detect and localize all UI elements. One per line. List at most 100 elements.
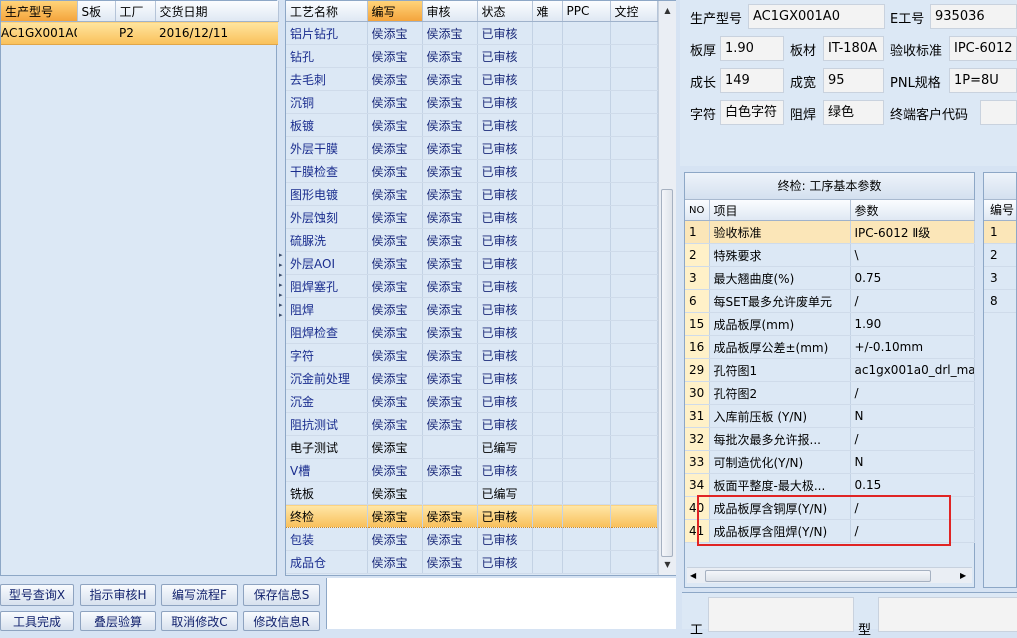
param-row[interactable]: 2 特殊要求 \: [685, 243, 975, 267]
param-row[interactable]: 15 成品板厚(mm) 1.90: [685, 312, 975, 336]
col-header-process-name[interactable]: 工艺名称: [286, 1, 368, 22]
process-row[interactable]: 硫脲洗 侯添宝 侯添宝 已审核: [286, 228, 658, 252]
material-field[interactable]: IT-180A: [823, 36, 884, 61]
cancel-modify-button[interactable]: 取消修改C: [161, 611, 238, 631]
process-row[interactable]: 板镀 侯添宝 侯添宝 已审核: [286, 113, 658, 137]
standard-field[interactable]: IPC-6012: [949, 36, 1017, 61]
thickness-field[interactable]: 1.90: [720, 36, 784, 61]
side-row[interactable]: 2: [984, 244, 1016, 267]
process-row[interactable]: 干膜检查 侯添宝 侯添宝 已审核: [286, 159, 658, 183]
process-row[interactable]: 阻焊检查 侯添宝 侯添宝 已审核: [286, 320, 658, 344]
process-row[interactable]: 铣板 侯添宝 已编写: [286, 481, 658, 505]
params-hscrollbar[interactable]: ◀ ▶: [687, 567, 972, 583]
process-row[interactable]: 阻抗测试 侯添宝 侯添宝 已审核: [286, 412, 658, 436]
process-row[interactable]: 包装 侯添宝 侯添宝 已审核: [286, 527, 658, 551]
model-query-button[interactable]: 型号查询X: [0, 584, 74, 606]
process-row[interactable]: 外层AOI 侯添宝 侯添宝 已审核: [286, 251, 658, 275]
process-row[interactable]: 沉金 侯添宝 侯添宝 已审核: [286, 389, 658, 413]
stack-calc-button[interactable]: 叠层验算: [80, 611, 156, 631]
doc-control-cell: [610, 527, 658, 551]
param-row[interactable]: 32 每批次最多允许报... /: [685, 427, 975, 451]
char-field[interactable]: 白色字符: [720, 100, 784, 125]
process-row[interactable]: 图形电镀 侯添宝 侯添宝 已审核: [286, 182, 658, 206]
side-row[interactable]: 1: [984, 221, 1016, 244]
param-no-cell: 30: [685, 381, 710, 405]
mask-field[interactable]: 绿色: [823, 100, 884, 125]
ppc-cell: [562, 228, 611, 252]
process-row[interactable]: 沉金前处理 侯添宝 侯添宝 已审核: [286, 366, 658, 390]
col-header-sboard[interactable]: S板: [77, 1, 116, 22]
process-row[interactable]: V槽 侯添宝 侯添宝 已审核: [286, 458, 658, 482]
col-header-doc-control[interactable]: 文控: [610, 1, 658, 22]
process-row[interactable]: 钻孔 侯添宝 侯添宝 已审核: [286, 44, 658, 68]
process-row[interactable]: 成品仓 侯添宝 侯添宝 已审核: [286, 550, 658, 574]
modify-info-button[interactable]: 修改信息R: [243, 611, 320, 631]
footer-field-a[interactable]: [708, 597, 854, 632]
param-row[interactable]: 6 每SET最多允许废单元 /: [685, 289, 975, 313]
param-row[interactable]: 3 最大翘曲度(%) 0.75: [685, 266, 975, 290]
process-row[interactable]: 阻焊 侯添宝 侯添宝 已审核: [286, 297, 658, 321]
reviewer-cell: 侯添宝: [422, 21, 478, 45]
order-row[interactable]: AC1GX001A0 P2 2016/12/11: [1, 21, 278, 45]
pnl-field[interactable]: 1P=8U: [949, 68, 1017, 93]
process-row[interactable]: 外层干膜 侯添宝 侯添宝 已审核: [286, 136, 658, 160]
reviewer-cell: 侯添宝: [422, 44, 478, 68]
writer-cell: 侯添宝: [367, 251, 423, 275]
process-row[interactable]: 铝片钻孔 侯添宝 侯添宝 已审核: [286, 21, 658, 45]
scroll-down-icon[interactable]: ▼: [660, 557, 675, 573]
col-header-no[interactable]: NO: [685, 200, 710, 221]
process-row[interactable]: 沉铜 侯添宝 侯添宝 已审核: [286, 90, 658, 114]
param-row[interactable]: 34 板面平整度-最大极... 0.15: [685, 473, 975, 497]
width-field[interactable]: 95: [823, 68, 884, 93]
side-row[interactable]: 3: [984, 267, 1016, 290]
col-header-status[interactable]: 状态: [477, 1, 533, 22]
col-header-item[interactable]: 项目: [709, 200, 851, 221]
process-name-cell: 阻焊: [286, 297, 368, 321]
process-row[interactable]: 去毛刺 侯添宝 侯添宝 已审核: [286, 67, 658, 91]
side-col-header[interactable]: 编号: [984, 200, 1016, 221]
splitter-grip[interactable]: ▸ ▸ ▸ ▸ ▸ ▸ ▸: [279, 250, 284, 325]
process-row[interactable]: 电子测试 侯添宝 已编写: [286, 435, 658, 459]
col-header-ppc[interactable]: PPC: [562, 1, 611, 22]
save-info-button[interactable]: 保存信息S: [243, 584, 320, 606]
col-header-factory[interactable]: 工厂: [115, 1, 156, 22]
writer-cell: 侯添宝: [367, 21, 423, 45]
tool-finish-button[interactable]: 工具完成: [0, 611, 74, 631]
param-item-cell: 特殊要求: [709, 243, 851, 267]
reviewer-cell: 侯添宝: [422, 136, 478, 160]
side-row[interactable]: 8: [984, 290, 1016, 313]
col-header-difficulty[interactable]: 难: [532, 1, 563, 22]
param-row[interactable]: 31 入库前压板 (Y/N) N: [685, 404, 975, 428]
process-row[interactable]: 终检 侯添宝 侯添宝 已审核: [286, 504, 658, 528]
indicate-review-button[interactable]: 指示审核H: [80, 584, 156, 606]
process-row[interactable]: 字符 侯添宝 侯添宝 已审核: [286, 343, 658, 367]
footer-field-b[interactable]: [878, 597, 1017, 632]
param-row[interactable]: 1 验收标准 IPC-6012 Ⅱ级: [685, 220, 975, 244]
customer-field[interactable]: [980, 100, 1017, 125]
process-scrollbar[interactable]: ▲ ▼: [658, 1, 676, 575]
writer-cell: 侯添宝: [367, 458, 423, 482]
param-row[interactable]: 16 成品板厚公差±(mm) +/-0.10mm: [685, 335, 975, 359]
ppc-cell: [562, 90, 611, 114]
write-flow-button[interactable]: 编写流程F: [161, 584, 238, 606]
process-row[interactable]: 阻焊塞孔 侯添宝 侯添宝 已审核: [286, 274, 658, 298]
col-header-model[interactable]: 生产型号: [1, 1, 78, 22]
scroll-right-icon[interactable]: ▶: [960, 568, 966, 584]
param-row[interactable]: 30 孔符图2/: [685, 381, 975, 405]
param-row[interactable]: 29 孔符图1 ac1gx001a0_drl_ma: [685, 358, 975, 382]
model-field[interactable]: AC1GX001A0: [748, 4, 885, 29]
scroll-thumb[interactable]: [661, 189, 673, 557]
status-cell: 已审核: [477, 297, 533, 321]
scroll-thumb[interactable]: [705, 570, 931, 582]
col-header-delivery[interactable]: 交货日期: [155, 1, 279, 22]
col-header-writer[interactable]: 编写: [367, 1, 423, 22]
col-header-reviewer[interactable]: 审核: [422, 1, 478, 22]
eno-field[interactable]: 935036: [930, 4, 1017, 29]
param-row[interactable]: 33 可制造优化(Y/N) N: [685, 450, 975, 474]
length-field[interactable]: 149: [720, 68, 784, 93]
scroll-left-icon[interactable]: ◀: [690, 568, 696, 584]
process-name-cell: 外层干膜: [286, 136, 368, 160]
process-row[interactable]: 外层蚀刻 侯添宝 侯添宝 已审核: [286, 205, 658, 229]
col-header-value[interactable]: 参数: [850, 200, 975, 221]
scroll-up-icon[interactable]: ▲: [660, 3, 675, 19]
